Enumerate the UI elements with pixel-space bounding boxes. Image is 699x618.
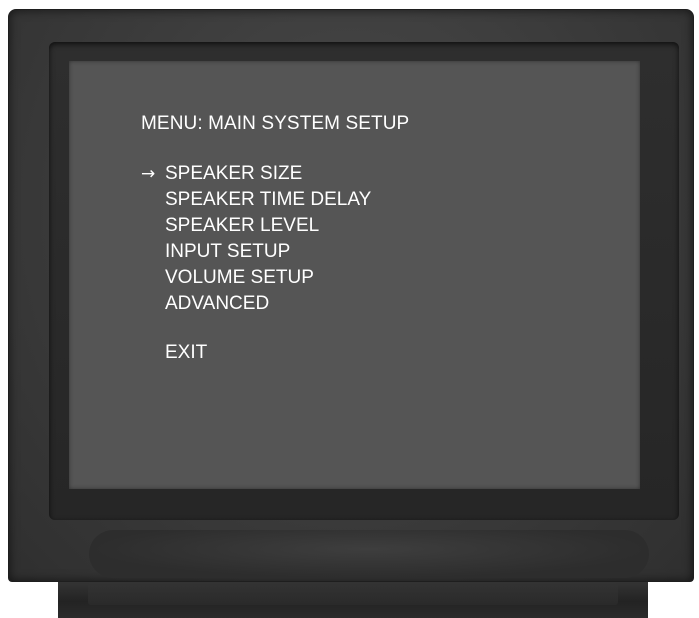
menu-item-label: INPUT SETUP <box>165 241 291 262</box>
menu-item-speaker-time-delay[interactable]: SPEAKER TIME DELAY <box>141 187 371 213</box>
tv-screen: MENU: MAIN SYSTEM SETUP → SPEAKER SIZE S… <box>69 61 640 489</box>
menu-item-label: SPEAKER SIZE <box>165 163 303 184</box>
menu-item-volume-setup[interactable]: VOLUME SETUP <box>141 265 371 291</box>
menu-item-exit[interactable]: EXIT <box>141 340 207 366</box>
menu-item-input-setup[interactable]: INPUT SETUP <box>141 239 371 265</box>
tv-illustration: MENU: MAIN SYSTEM SETUP → SPEAKER SIZE S… <box>0 0 699 618</box>
tv-lower-panel <box>89 530 649 578</box>
menu-item-speaker-size[interactable]: → SPEAKER SIZE <box>141 161 371 187</box>
menu-item-label: EXIT <box>165 342 208 363</box>
main-setup-menu: → SPEAKER SIZE SPEAKER TIME DELAY SPEAKE… <box>141 161 371 317</box>
selection-arrow-icon: → <box>141 164 156 184</box>
menu-item-label: VOLUME SETUP <box>165 267 314 288</box>
tv-stand-panel <box>88 583 618 605</box>
menu-title: MENU: MAIN SYSTEM SETUP <box>141 113 410 134</box>
menu-item-label: SPEAKER LEVEL <box>165 215 320 236</box>
menu-item-label: ADVANCED <box>165 293 270 314</box>
menu-item-advanced[interactable]: ADVANCED <box>141 291 371 317</box>
menu-item-speaker-level[interactable]: SPEAKER LEVEL <box>141 213 371 239</box>
menu-item-label: SPEAKER TIME DELAY <box>165 189 372 210</box>
